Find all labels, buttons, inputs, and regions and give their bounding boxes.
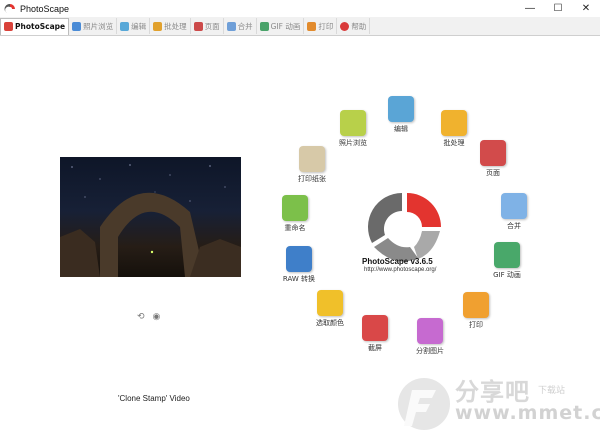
app-version: PhotoScape v3.6.5: [362, 257, 433, 266]
photoscape-tab-icon: [4, 22, 13, 31]
paper-print-icon: [299, 146, 325, 172]
tab-photoscape[interactable]: PhotoScape: [0, 17, 70, 35]
tab-page[interactable]: 页面: [191, 18, 224, 34]
editor-icon: [388, 96, 414, 122]
menu-item-paper-print[interactable]: 打印纸张: [289, 146, 335, 184]
rename-icon: [282, 195, 308, 221]
print-icon: [463, 292, 489, 318]
menu-item-print[interactable]: 打印: [453, 292, 499, 330]
menu-item-screenshot[interactable]: 截屏: [352, 315, 398, 353]
photoscape-app-icon: [4, 3, 16, 15]
help-tab-icon: [340, 21, 350, 31]
batch-icon: [441, 110, 467, 136]
splitter-icon: [417, 318, 443, 344]
menu-item-viewer[interactable]: 照片浏览: [330, 110, 376, 148]
combine-icon: [501, 193, 527, 219]
title-bar: PhotoScape — ☐ ✕: [0, 0, 600, 17]
maximize-button[interactable]: ☐: [544, 0, 572, 17]
menu-item-editor[interactable]: 编辑: [378, 96, 424, 134]
tab-batch[interactable]: 批处理: [150, 18, 191, 34]
combine-tab-icon: [226, 21, 236, 31]
tab-gif[interactable]: GIF 动画: [257, 18, 305, 34]
menu-item-gif[interactable]: GIF 动画: [484, 242, 530, 280]
menu-item-raw-converter[interactable]: RAW 转换: [276, 246, 322, 284]
gif-tab-icon: [259, 21, 269, 31]
tab-editor[interactable]: 编辑: [117, 18, 151, 34]
editor-tab-icon: [120, 21, 130, 31]
raw-converter-icon: [286, 246, 312, 272]
viewer-tab-icon: [72, 21, 82, 31]
gif-icon: [494, 242, 520, 268]
close-button[interactable]: ✕: [572, 0, 600, 17]
menu-item-color-picker[interactable]: 选取颜色: [307, 290, 353, 328]
tab-combine[interactable]: 合并: [224, 18, 257, 34]
watermark-url: www.mmet.cn: [455, 402, 600, 424]
window-title: PhotoScape: [20, 3, 70, 14]
photo-caption[interactable]: 'Clone Stamp' Video: [118, 394, 190, 403]
menu-item-page[interactable]: 页面: [470, 140, 516, 178]
batch-tab-icon: [153, 21, 163, 31]
tab-print[interactable]: 打印: [304, 18, 338, 34]
tab-bar: PhotoScape 照片浏览 编辑 批处理 页面 合并 GIF 动画 打印 帮…: [0, 17, 600, 36]
menu-item-splitter[interactable]: 分割图片: [407, 318, 453, 356]
refresh-icon[interactable]: ⟲: [137, 311, 145, 322]
page-tab-icon: [193, 21, 203, 31]
print-tab-icon: [307, 21, 317, 31]
screenshot-icon: [362, 315, 388, 341]
color-picker-icon: [317, 290, 343, 316]
watermark-sub: 下载站: [538, 386, 566, 396]
eye-icon[interactable]: ◉: [153, 311, 161, 322]
page-icon: [480, 140, 506, 166]
photo-controls: ⟲ ◉: [137, 311, 160, 322]
tab-viewer[interactable]: 照片浏览: [69, 18, 118, 34]
minimize-button[interactable]: —: [516, 0, 544, 17]
tab-help[interactable]: 帮助: [337, 18, 371, 34]
photo-preview[interactable]: [60, 157, 241, 277]
app-url[interactable]: http://www.photoscape.org/: [364, 267, 436, 273]
menu-item-rename[interactable]: 重命名: [272, 195, 318, 233]
viewer-icon: [340, 110, 366, 136]
menu-item-combine[interactable]: 合并: [491, 193, 537, 231]
